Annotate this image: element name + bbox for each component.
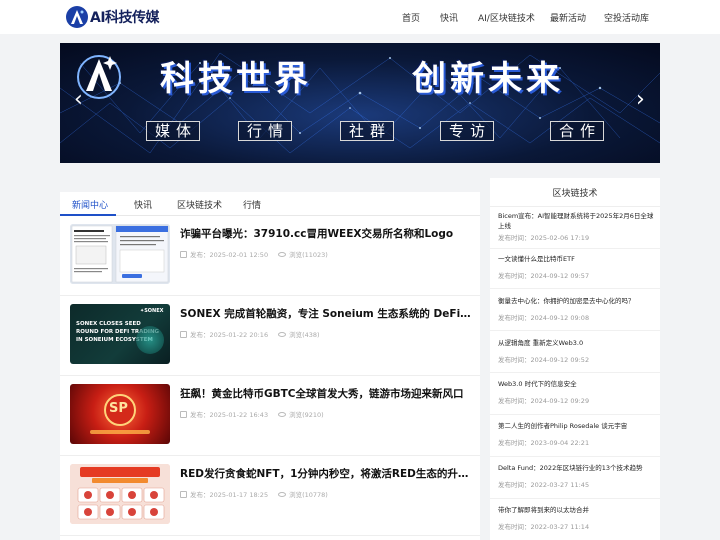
sidebar-item[interactable]: 带你了解即将到来的以太坊合并 发布时间：2022-03-27 11:14 (498, 505, 654, 532)
sidebar-item-time: 发布时间：2024-09-12 09:08 (498, 314, 590, 322)
calendar-icon (180, 250, 187, 258)
sidebar-item-time: 发布时间：2023-09-04 22:21 (498, 439, 590, 447)
article-date: 发布：2025-01-17 18:25 (190, 491, 269, 499)
article-thumbnail[interactable] (70, 464, 170, 524)
divider (490, 248, 660, 249)
article-item[interactable]: 诈骗平台曝光：37910.cc冒用WEEX交易所名称和Logo 发布：2025-… (60, 216, 480, 296)
article-item[interactable]: SP 狂飙！黄金比特币GBTC全球首发大秀，链游市场迎来新风口 发布：2025-… (60, 376, 480, 456)
sidebar-item[interactable]: Bicem宣布：AI智能理财系统将于2025年2月6日全球上线 发布时间：202… (498, 211, 654, 243)
sidebar-item-title[interactable]: Web3.0 时代下的信息安全 (498, 379, 654, 389)
banner-keyword: 合作 (550, 121, 604, 141)
sidebar-item[interactable]: Web3.0 时代下的信息安全 发布时间：2024-09-12 09:29 (498, 379, 654, 406)
calendar-icon (180, 410, 187, 418)
eye-icon (278, 491, 287, 497)
site-logo[interactable]: AI科技传媒 (66, 5, 160, 29)
article-thumbnail[interactable] (70, 224, 170, 284)
sidebar-item[interactable]: Delta Fund：2022年区块链行业的13个技术趋势 发布时间：2022-… (498, 463, 654, 490)
sidebar-title: 区块链技术 (552, 189, 598, 199)
divider (490, 414, 660, 415)
sidebar-item-title[interactable]: Bicem宣布：AI智能理财系统将于2025年2月6日全球上线 (498, 211, 654, 231)
eye-icon (278, 251, 287, 257)
article-date: 发布：2025-01-22 16:43 (190, 411, 269, 419)
sidebar-item-time: 发布时间：2024-09-12 09:29 (498, 397, 590, 405)
sidebar-item-time: 发布时间：2024-09-12 09:52 (498, 356, 590, 364)
tab-blockchain-tech[interactable]: 区块链技术 (177, 198, 222, 211)
banner-keyword: 媒体 (146, 121, 200, 141)
article-title[interactable]: 狂飙！黄金比特币GBTC全球首发大秀，链游市场迎来新风口 (180, 386, 472, 401)
sidebar-item-time: 发布时间：2022-03-27 11:14 (498, 523, 590, 531)
network-background (60, 52, 660, 154)
article-thumbnail[interactable]: ✦SONEX SONEX CLOSES SEED ROUND FOR DEFI … (70, 304, 170, 364)
sidebar-item-title[interactable]: 衡量去中心化：你拥护的加密是去中心化的吗？ (498, 296, 654, 306)
tab-flash[interactable]: 快讯 (134, 198, 152, 211)
divider (490, 206, 660, 207)
article-item[interactable]: RED发行贪食蛇NFT，1分钟内秒空，将激活RED生态的升级动能！ 发布：202… (60, 456, 480, 536)
article-views: 浏览(10778) (289, 491, 328, 499)
divider (490, 372, 660, 373)
banner-keyword: 行情 (238, 121, 292, 141)
tab-news-center[interactable]: 新闻中心 (72, 198, 108, 211)
article-views: 浏览(11023) (289, 251, 328, 259)
article-views: 浏览(9210) (289, 411, 324, 419)
sidebar-item-title[interactable]: 带你了解即将到来的以太坊合并 (498, 505, 654, 515)
article-meta: 发布：2025-02-01 12:50 浏览(11023) (180, 249, 328, 259)
tab-market[interactable]: 行情 (243, 198, 261, 211)
thumbnail-brand: ✦SONEX (140, 308, 164, 314)
calendar-icon (180, 330, 187, 338)
sidebar-item-time: 发布时间：2024-09-12 09:57 (498, 272, 590, 280)
divider (490, 330, 660, 331)
nav-airdrops[interactable]: 空投活动库 (604, 11, 649, 24)
nav-home[interactable]: 首页 (402, 11, 420, 24)
news-tabs: 新闻中心 快讯 区块链技术 行情 (60, 192, 480, 216)
site-header: AI科技传媒 首页 快讯 AI/区块链技术 最新活动 空投活动库 (0, 0, 720, 34)
nav-ai-blockchain[interactable]: AI/区块链技术 (478, 11, 535, 24)
nav-events[interactable]: 最新活动 (550, 11, 586, 24)
banner-keyword: 专访 (440, 121, 494, 141)
eye-icon (278, 331, 287, 337)
article-title[interactable]: SONEX 完成首轮融资，专注 Soneium 生态系统的 DeFi 创新 (180, 306, 472, 321)
nav-flash[interactable]: 快讯 (440, 11, 458, 24)
sidebar-item-time: 发布时间：2025-02-06 17:19 (498, 234, 590, 242)
sidebar-item-time: 发布时间：2022-03-27 11:45 (498, 481, 590, 489)
banner-title-right: 创新未来 (412, 59, 564, 99)
divider (490, 288, 660, 289)
article-title[interactable]: RED发行贪食蛇NFT，1分钟内秒空，将激活RED生态的升级动能！ (180, 466, 472, 481)
article-meta: 发布：2025-01-17 18:25 浏览(10778) (180, 489, 328, 499)
article-thumbnail[interactable]: SP (70, 384, 170, 444)
banner-prev-arrow-icon[interactable]: ‹ (74, 89, 83, 111)
article-meta: 发布：2025-01-22 20:16 浏览(438) (180, 329, 320, 339)
calendar-icon (180, 490, 187, 498)
banner-next-arrow-icon[interactable]: › (636, 89, 645, 111)
sidebar-item-title[interactable]: Delta Fund：2022年区块链行业的13个技术趋势 (498, 463, 654, 473)
article-views: 浏览(438) (289, 331, 320, 339)
sidebar-blockchain: 区块链技术 Bicem宣布：AI智能理财系统将于2025年2月6日全球上线 发布… (490, 178, 660, 540)
logo-a-icon (66, 6, 88, 28)
hero-banner[interactable]: 科技世界 创新未来 媒体 行情 社群 专访 合作 ‹ › (60, 43, 660, 163)
article-meta: 发布：2025-01-22 16:43 浏览(9210) (180, 409, 324, 419)
sidebar-item[interactable]: 从逻辑角度 重新定义Web3.0 发布时间：2024-09-12 09:52 (498, 338, 654, 365)
sidebar-item-title[interactable]: 从逻辑角度 重新定义Web3.0 (498, 338, 654, 348)
sidebar-item[interactable]: 衡量去中心化：你拥护的加密是去中心化的吗？ 发布时间：2024-09-12 09… (498, 296, 654, 323)
banner-title-left: 科技世界 (160, 59, 312, 99)
article-title[interactable]: 诈骗平台曝光：37910.cc冒用WEEX交易所名称和Logo (180, 226, 472, 241)
sidebar-item-title[interactable]: 一文读懂什么是比特币ETF (498, 254, 654, 264)
banner-keyword: 社群 (340, 121, 394, 141)
thumbnail-logo-mark: SP (109, 401, 128, 416)
divider (490, 498, 660, 499)
article-date: 发布：2025-01-22 20:16 (190, 331, 269, 339)
sidebar-item[interactable]: 第二人生的创作者Philip Rosedale 谈元宇宙 发布时间：2023-0… (498, 421, 654, 448)
sidebar-item[interactable]: 一文读懂什么是比特币ETF 发布时间：2024-09-12 09:57 (498, 254, 654, 281)
article-date: 发布：2025-02-01 12:50 (190, 251, 269, 259)
news-panel: 新闻中心 快讯 区块链技术 行情 诈骗平台曝光：37910.cc冒用WEEX交易… (60, 192, 480, 540)
divider (490, 456, 660, 457)
brand-name: AI科技传媒 (90, 10, 160, 26)
article-item[interactable]: ✦SONEX SONEX CLOSES SEED ROUND FOR DEFI … (60, 296, 480, 376)
sidebar-item-title[interactable]: 第二人生的创作者Philip Rosedale 谈元宇宙 (498, 421, 654, 431)
eye-icon (278, 411, 287, 417)
